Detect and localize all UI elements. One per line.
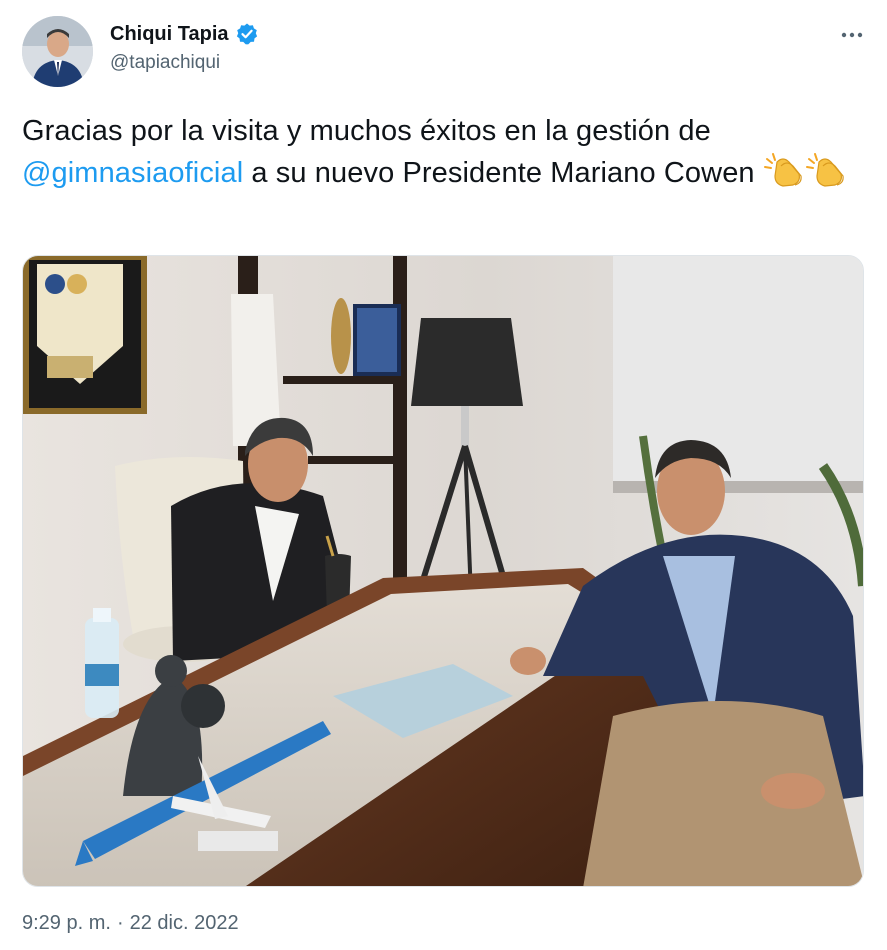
tweet-date[interactable]: 22 dic. 2022 <box>130 912 239 935</box>
more-options-button[interactable] <box>837 20 867 50</box>
tweet-text-before: Gracias por la visita y muchos éxitos en… <box>22 115 711 147</box>
timestamp-separator: · <box>116 912 124 934</box>
timestamp-row: 9:29 p. m. · 22 dic. 2022 <box>22 912 239 935</box>
tweet: Chiqui Tapia @tapiachiqui Gracias por la… <box>0 0 887 950</box>
tweet-time[interactable]: 9:29 p. m. <box>22 912 111 935</box>
tweet-text-after: a su nuevo Presidente Mariano Cowen <box>243 157 763 189</box>
display-name[interactable]: Chiqui Tapia <box>110 23 229 46</box>
author-info: Chiqui Tapia @tapiachiqui <box>110 18 259 74</box>
handle[interactable]: @tapiachiqui <box>110 52 259 74</box>
verified-badge-icon <box>235 22 259 46</box>
more-options-icon <box>841 32 863 38</box>
mention-link[interactable]: @gimnasiaoficial <box>22 157 243 189</box>
tweet-photo[interactable] <box>22 255 864 887</box>
clapping-hands-emoji-icon <box>763 152 805 188</box>
clapping-hands-emoji-icon <box>805 152 847 188</box>
display-name-row: Chiqui Tapia <box>110 18 259 50</box>
tweet-text: Gracias por la visita y muchos éxitos en… <box>22 110 862 194</box>
avatar[interactable] <box>22 16 93 87</box>
